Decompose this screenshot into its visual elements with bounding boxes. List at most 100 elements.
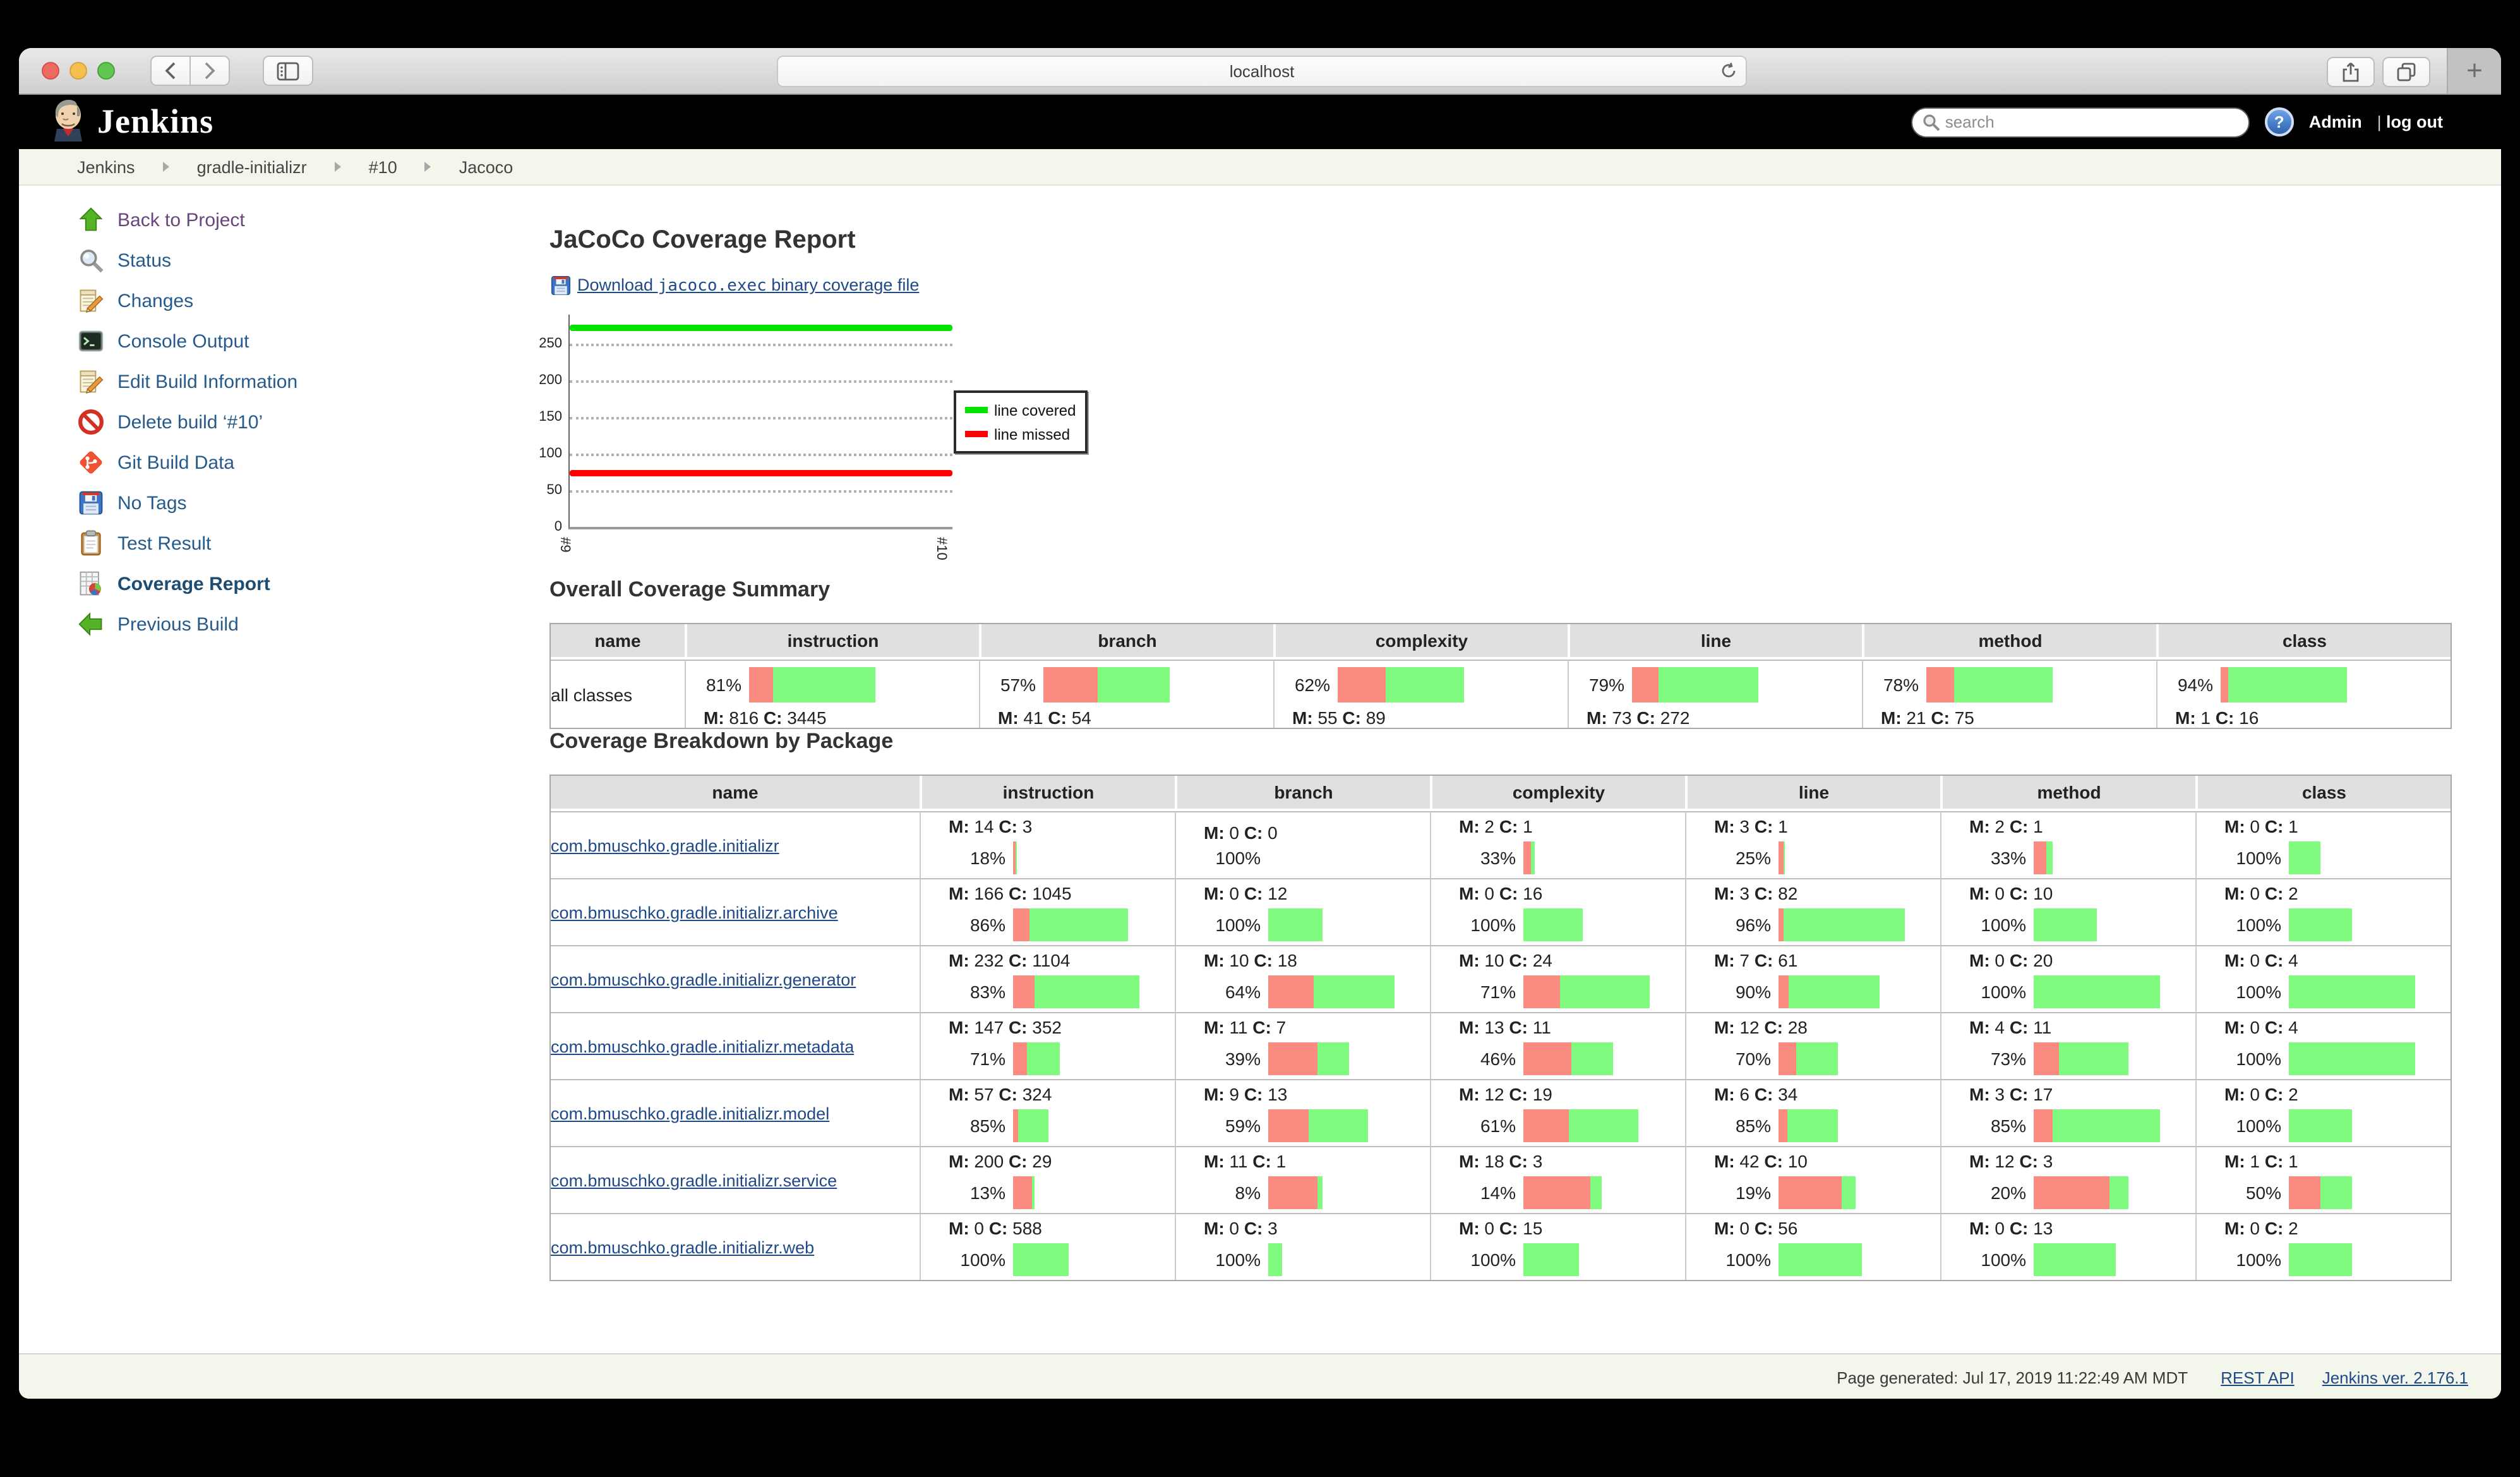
- bar-missed-segment: [1926, 667, 1954, 702]
- footer-link-rest-api[interactable]: REST API: [2221, 1368, 2295, 1387]
- column-header-method[interactable]: method: [1940, 776, 2195, 811]
- package-link-com-bmuschko-gradle-initializr-generator[interactable]: com.bmuschko.gradle.initializr.generator: [551, 970, 856, 989]
- bar-missed-segment: [1779, 908, 1784, 941]
- sidebar-item-edit-build-information[interactable]: Edit Build Information: [77, 361, 519, 402]
- sidebar-item-previous-build[interactable]: Previous Build: [77, 604, 519, 644]
- sidebar-menu: Back to ProjectStatusChangesConsole Outp…: [77, 200, 519, 644]
- missed-covered-counts: M: 12 C: 28: [1714, 1017, 1940, 1037]
- column-header-line[interactable]: line: [1568, 624, 1862, 660]
- coverage-bar: [1523, 1243, 1579, 1276]
- user-link[interactable]: Admin: [2309, 112, 2362, 131]
- percent-bar-row: 33%: [1431, 841, 1685, 874]
- bar-covered-segment: [1098, 667, 1170, 702]
- tab-overview-button[interactable]: [2382, 57, 2430, 87]
- coverage-cell: M: 12 C: 1961%: [1430, 1079, 1685, 1146]
- coverage-percent: 79%: [1569, 675, 1624, 695]
- minimize-window-button[interactable]: [69, 62, 87, 80]
- sidebar-item-delete-build-10[interactable]: Delete build ‘#10’: [77, 402, 519, 442]
- sidebar-item-back-to-project[interactable]: Back to Project: [77, 200, 519, 240]
- sidebar-toggle-button[interactable]: [263, 56, 313, 86]
- column-header-complexity[interactable]: complexity: [1273, 624, 1568, 660]
- column-header-instruction[interactable]: instruction: [685, 624, 979, 660]
- bar-missed-segment: [2034, 1109, 2053, 1142]
- reload-button[interactable]: [1720, 62, 1737, 83]
- sidebar-item-changes[interactable]: Changes: [77, 280, 519, 321]
- close-window-button[interactable]: [42, 62, 59, 80]
- coverage-percent: 39%: [1176, 1049, 1261, 1069]
- column-header-name[interactable]: name: [551, 624, 685, 660]
- search-help-button[interactable]: ?: [2265, 107, 2294, 136]
- coverage-cell: M: 3 C: 8296%: [1685, 878, 1940, 945]
- breadcrumb-item-10[interactable]: #10: [369, 157, 397, 176]
- address-bar[interactable]: localhost: [777, 56, 1747, 87]
- breadcrumb-item-gradle-initializr[interactable]: gradle-initializr: [197, 157, 307, 176]
- chevron-left-icon: [164, 62, 177, 80]
- column-header-branch[interactable]: branch: [979, 624, 1273, 660]
- jenkins-home-link[interactable]: Jenkins: [47, 98, 213, 146]
- sidebar-item-coverage-report[interactable]: Coverage Report: [77, 564, 519, 604]
- package-link-com-bmuschko-gradle-initializr-model[interactable]: com.bmuschko.gradle.initializr.model: [551, 1104, 829, 1123]
- package-link-com-bmuschko-gradle-initializr-archive[interactable]: com.bmuschko.gradle.initializr.archive: [551, 903, 838, 922]
- package-link-com-bmuschko-gradle-initializr-service[interactable]: com.bmuschko.gradle.initializr.service: [551, 1171, 837, 1190]
- bar-covered-segment: [1783, 841, 1784, 874]
- column-header-class[interactable]: class: [2156, 624, 2451, 660]
- coverage-cell: M: 0 C: 2100%: [2195, 878, 2451, 945]
- zoom-window-button[interactable]: [97, 62, 115, 80]
- sidebar-item-label: No Tags: [117, 492, 187, 514]
- column-header-name[interactable]: name: [551, 776, 920, 811]
- table-row: all classes81%M: 816 C: 344557%M: 41 C: …: [551, 660, 2451, 728]
- y-axis-tick-label: 250: [512, 336, 562, 351]
- sidebar-item-status[interactable]: Status: [77, 240, 519, 280]
- page-footer: Page generated: Jul 17, 2019 11:22:49 AM…: [19, 1353, 2501, 1399]
- forward-button[interactable]: [191, 56, 230, 86]
- sidebar-item-test-result[interactable]: Test Result: [77, 523, 519, 564]
- series-line-line-missed: [570, 470, 952, 476]
- coverage-bar: [1013, 841, 1016, 874]
- coverage-cell: M: 232 C: 110483%: [920, 945, 1175, 1012]
- sidebar-item-label: Git Build Data: [117, 452, 234, 473]
- share-icon: [2342, 62, 2360, 82]
- sidebar-item-no-tags[interactable]: No Tags: [77, 483, 519, 523]
- percent-bar-row: 100%: [921, 1243, 1175, 1276]
- bar-covered-segment: [2053, 1109, 2160, 1142]
- header-search-input[interactable]: search: [1911, 107, 2250, 137]
- coverage-cell: M: 0 C: 10100%: [1940, 878, 2195, 945]
- bar-missed-segment: [2034, 1176, 2109, 1209]
- missed-covered-counts: M: 12 C: 3: [1969, 1151, 2195, 1171]
- terminal-icon: [77, 327, 105, 355]
- column-header-line[interactable]: line: [1685, 776, 1940, 811]
- breadcrumb-item-jacoco[interactable]: Jacoco: [459, 157, 513, 176]
- coverage-percent: 20%: [1941, 1183, 2026, 1203]
- new-tab-button[interactable]: +: [2447, 48, 2501, 93]
- share-button[interactable]: [2327, 57, 2375, 87]
- column-header-complexity[interactable]: complexity: [1430, 776, 1685, 811]
- column-header-branch[interactable]: branch: [1175, 776, 1430, 811]
- bar-missed-segment: [1013, 1042, 1027, 1075]
- package-link-com-bmuschko-gradle-initializr-metadata[interactable]: com.bmuschko.gradle.initializr.metadata: [551, 1037, 854, 1056]
- coverage-percent: 100%: [1431, 915, 1516, 935]
- left-arrow-icon: [77, 610, 105, 638]
- percent-bar-row: 50%: [2197, 1176, 2451, 1209]
- download-exec-link[interactable]: Download jacoco.exec binary coverage fil…: [577, 275, 919, 296]
- missed-covered-counts: M: 7 C: 61: [1714, 950, 1940, 970]
- sidebar-item-console-output[interactable]: Console Output: [77, 321, 519, 361]
- footer-link-jenkins-ver-2-176-1[interactable]: Jenkins ver. 2.176.1: [2322, 1368, 2468, 1387]
- package-name-cell: com.bmuschko.gradle.initializr.service: [551, 1146, 920, 1213]
- logout-link[interactable]: log out: [2386, 112, 2443, 131]
- percent-bar-row: 78%: [1863, 667, 2156, 702]
- column-header-method[interactable]: method: [1862, 624, 2156, 660]
- coverage-cell: M: 2 C: 133%: [1940, 811, 2195, 878]
- package-link-com-bmuschko-gradle-initializr[interactable]: com.bmuschko.gradle.initializr: [551, 836, 779, 855]
- coverage-cell: M: 12 C: 2870%: [1685, 1012, 1940, 1079]
- package-link-com-bmuschko-gradle-initializr-web[interactable]: com.bmuschko.gradle.initializr.web: [551, 1238, 814, 1257]
- breadcrumb-item-jenkins[interactable]: Jenkins: [77, 157, 135, 176]
- breakdown-heading: Coverage Breakdown by Package: [549, 729, 2451, 754]
- bar-missed-segment: [2034, 841, 2046, 874]
- column-header-class[interactable]: class: [2195, 776, 2451, 811]
- sidebar-item-git-build-data[interactable]: Git Build Data: [77, 442, 519, 483]
- back-button[interactable]: [150, 56, 191, 86]
- missed-covered-counts: M: 3 C: 1: [1714, 816, 1940, 836]
- coverage-percent: 100%: [2197, 982, 2281, 1002]
- column-header-instruction[interactable]: instruction: [920, 776, 1175, 811]
- package-name-cell: com.bmuschko.gradle.initializr.model: [551, 1079, 920, 1146]
